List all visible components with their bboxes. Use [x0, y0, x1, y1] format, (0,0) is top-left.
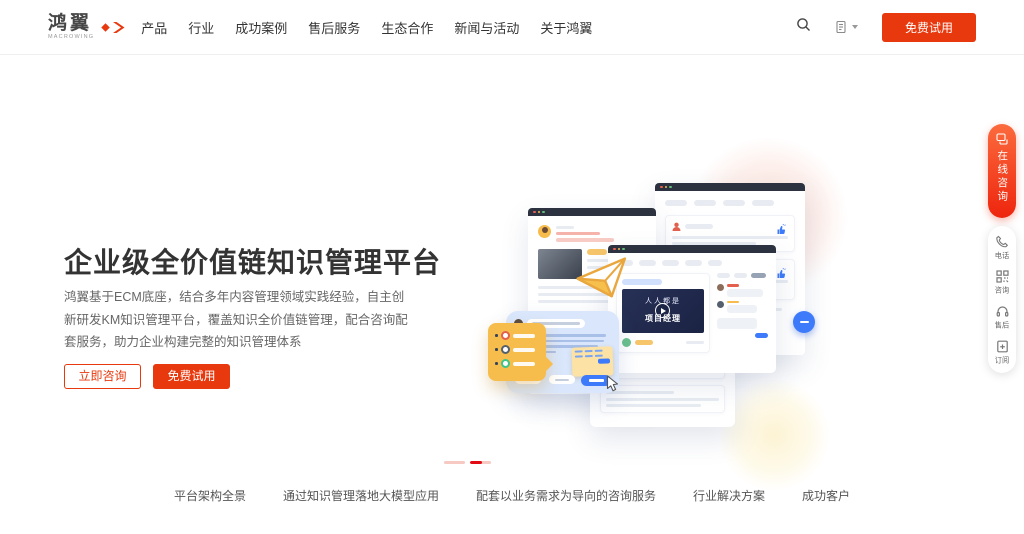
language-selector[interactable] [835, 20, 858, 34]
mock-window-video: 人人都是 项目经理 [608, 245, 776, 373]
hero-description: 鸿翼基于ECM底座，结合多年内容管理领域实践经验，自主创新研发KM知识管理平台，… [64, 290, 408, 349]
quick-links: 平台架构全景 通过知识管理落地大模型应用 配套以业务需求为导向的咨询服务 行业解… [0, 487, 1024, 504]
language-icon [836, 20, 846, 34]
nav-item-cases[interactable]: 成功案例 [235, 18, 287, 37]
hero-free-trial-button[interactable]: 免费试用 [153, 364, 230, 389]
brand-subname: MACROWING [48, 33, 95, 40]
nav-item-products[interactable]: 产品 [141, 18, 167, 37]
online-consult-label: 在线咨询 [996, 150, 1009, 204]
mock-avatar [622, 338, 631, 347]
nav-item-service[interactable]: 售后服务 [308, 18, 360, 37]
person-icon [672, 222, 681, 231]
headset-icon [996, 306, 1008, 317]
mock-share-button [793, 311, 815, 333]
contact-tools: 电话 咨询 售后 订阅 [988, 226, 1016, 373]
hero-section: 企业级全价值链知识管理平台 鸿翼基于ECM底座，结合多年内容管理领域实践经验，自… [0, 55, 1024, 491]
brand-arrow-icon [101, 21, 125, 34]
link-llm-application[interactable]: 通过知识管理落地大模型应用 [283, 487, 439, 504]
mock-avatar [538, 225, 551, 238]
floating-contact-bar: 在线咨询 电话 咨询 售后 订阅 [988, 124, 1016, 373]
mock-sticky-note [571, 346, 614, 377]
nav-item-ecosystem[interactable]: 生态合作 [381, 18, 433, 37]
main-menu: 产品 行业 成功案例 售后服务 生态合作 新闻与活动 关于鸿翼 [141, 18, 592, 37]
phone-icon [995, 235, 1008, 248]
subscribe-icon [996, 340, 1008, 353]
nav-item-news[interactable]: 新闻与活动 [454, 18, 519, 37]
link-success-customers[interactable]: 成功客户 [802, 487, 850, 504]
hero-illustration: 人人都是 项目经理 [488, 137, 848, 491]
video-player[interactable]: 人人都是 项目经理 [622, 289, 704, 333]
nav-free-trial-button[interactable]: 免费试用 [881, 12, 976, 42]
link-consulting-service[interactable]: 配套以业务需求为导向的咨询服务 [476, 487, 656, 504]
mock-window-titlebar [608, 245, 776, 253]
video-title-line2: 项目经理 [645, 314, 681, 323]
after-sales-support[interactable]: 售后 [994, 305, 1010, 331]
mock-window-titlebar [655, 183, 805, 191]
nav-item-about[interactable]: 关于鸿翼 [540, 18, 592, 37]
mock-members-card [488, 323, 546, 381]
qr-consult[interactable]: 咨询 [994, 270, 1010, 296]
phone-contact[interactable]: 电话 [994, 235, 1010, 261]
brand-logo[interactable]: 鸿翼 MACROWING [48, 14, 125, 41]
online-consult-button[interactable]: 在线咨询 [988, 124, 1016, 218]
brand-name: 鸿翼 [48, 12, 93, 34]
link-platform-architecture[interactable]: 平台架构全景 [174, 487, 246, 504]
paper-plane-icon [576, 257, 627, 298]
thumbs-up-icon [777, 268, 786, 278]
carousel-dot-1[interactable] [444, 461, 465, 464]
chevron-down-icon [851, 25, 858, 29]
mock-chat-column [717, 273, 768, 353]
thumbs-up-icon [777, 224, 786, 234]
chat-icon [995, 133, 1008, 145]
carousel-dot-2[interactable] [470, 461, 491, 464]
top-navigation: 鸿翼 MACROWING 产品 行业 成功案例 售后服务 生态合作 新闻与活动 … [0, 0, 1024, 55]
link-industry-solutions[interactable]: 行业解决方案 [693, 487, 765, 504]
mouse-cursor-icon [606, 375, 619, 392]
nav-item-industry[interactable]: 行业 [188, 18, 214, 37]
search-icon[interactable] [796, 17, 811, 37]
qr-code-icon [995, 270, 1009, 283]
page-title: 企业级全价值链知识管理平台 [64, 247, 442, 278]
subscribe[interactable]: 订阅 [994, 340, 1010, 366]
mock-window-titlebar [528, 208, 656, 216]
consult-now-button[interactable]: 立即咨询 [64, 364, 141, 389]
carousel-indicators [444, 461, 491, 464]
